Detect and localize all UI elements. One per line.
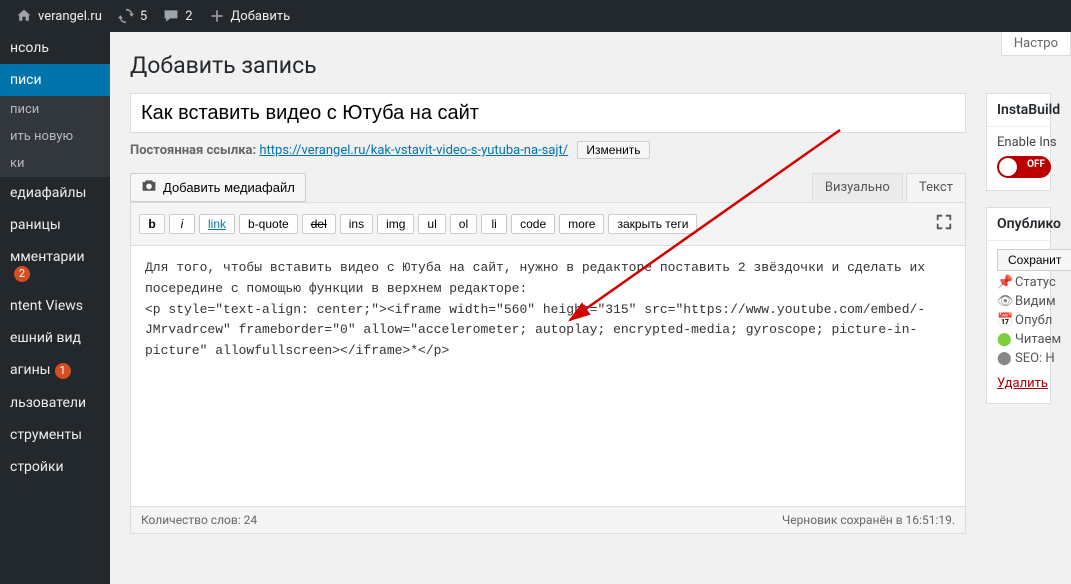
sidebar-sub-item[interactable]: ки [0, 150, 110, 177]
sidebar-sub-item[interactable]: ить новую [0, 123, 110, 150]
sidebar-item[interactable]: мментарии2 [0, 241, 110, 290]
qt-b-quote[interactable]: b-quote [239, 214, 298, 234]
tab-visual[interactable]: Визуально [812, 173, 903, 201]
publish-visibility: Видим [1015, 294, 1056, 309]
instabuilder-box: InstaBuild Enable Ins OFF [986, 93, 1051, 191]
admin-topbar: verangel.ru 5 2 Добавить [0, 0, 1071, 32]
autosave-status: Черновик сохранён в 16:51:19. [782, 513, 955, 527]
instabuilder-enable-label: Enable Ins [997, 135, 1040, 150]
sidebar-sub-item[interactable]: писи [0, 96, 110, 123]
sidebar-item[interactable]: ешний вид [0, 322, 110, 354]
editor-mode-tabs: Визуально Текст [812, 173, 966, 201]
page-title: Добавить запись [130, 52, 1051, 79]
site-name: verangel.ru [38, 9, 102, 24]
publish-schedule: Опубл [1015, 313, 1052, 328]
sidebar-item[interactable]: раницы [0, 209, 110, 241]
topbar-site[interactable]: verangel.ru [8, 0, 110, 32]
quicktags-toolbar: bilinkb-quotedelinsimgulollicodemoreзакр… [130, 202, 966, 246]
publish-readability: Читаем [1015, 332, 1061, 347]
comment-icon [163, 8, 179, 24]
publish-status: Статус [1015, 275, 1056, 290]
permalink-edit-button[interactable]: Изменить [577, 141, 649, 159]
publish-title: Опублико [987, 208, 1050, 241]
content-editor-wrap [130, 246, 966, 507]
editor-status-bar: Количество слов: 24 Черновик сохранён в … [130, 507, 966, 534]
add-media-label: Добавить медиафайл [163, 180, 295, 195]
sidebar-item[interactable]: струменты [0, 419, 110, 451]
plus-icon [209, 8, 225, 24]
fullscreen-icon[interactable] [931, 209, 957, 239]
update-icon [118, 8, 134, 24]
sidebar-item[interactable]: писи [0, 64, 110, 96]
yoast-seo-icon: ⬤ [997, 351, 1011, 366]
update-badge: 1 [55, 363, 71, 379]
qt-ins[interactable]: ins [340, 214, 373, 234]
sidebar-item[interactable]: стройки [0, 451, 110, 483]
instabuilder-title: InstaBuild [987, 94, 1050, 127]
publish-box: Опублико Сохранит 📌Статус 👁Видим 📅Опубл … [986, 207, 1051, 404]
qt-ol[interactable]: ol [450, 214, 477, 234]
screen-options-tab[interactable]: Настро [1001, 32, 1071, 56]
qt-code[interactable]: code [511, 214, 555, 234]
sidebar-item[interactable]: агины1 [0, 354, 110, 387]
delete-link[interactable]: Удалить [997, 376, 1048, 391]
qt-закрыть-теги[interactable]: закрыть теги [608, 214, 697, 234]
sidebar-item[interactable]: нсоль [0, 32, 110, 64]
permalink-label: Постоянная ссылка: [130, 143, 256, 158]
add-label: Добавить [231, 9, 291, 24]
qt-i[interactable]: i [169, 214, 195, 234]
eye-icon: 👁 [997, 294, 1011, 309]
publish-seo: SEO: Н [1015, 351, 1055, 366]
updates-count: 5 [140, 9, 147, 24]
pin-icon: 📌 [997, 275, 1011, 290]
qt-link[interactable]: link [199, 214, 235, 234]
camera-icon [141, 178, 157, 197]
word-count: Количество слов: 24 [141, 513, 257, 527]
sidebar-item[interactable]: едиафайлы [0, 177, 110, 209]
yoast-readability-icon: ⬤ [997, 332, 1011, 347]
topbar-comments[interactable]: 2 [155, 0, 200, 32]
home-icon [16, 8, 32, 24]
main-content: Настро Добавить запись Постоянная ссылка… [110, 32, 1071, 584]
sidebar-item[interactable]: льзователи [0, 387, 110, 419]
qt-ul[interactable]: ul [418, 214, 445, 234]
sidebar-item[interactable]: ntent Views [0, 290, 110, 322]
post-title-input[interactable] [130, 93, 966, 133]
content-textarea[interactable] [131, 246, 965, 502]
admin-sidebar: нсольписиписиить новуюкиедиафайлыраницым… [0, 32, 110, 584]
topbar-updates[interactable]: 5 [110, 0, 155, 32]
topbar-add[interactable]: Добавить [201, 0, 299, 32]
add-media-button[interactable]: Добавить медиафайл [130, 173, 306, 202]
permalink-url[interactable]: https://verangel.ru/kak-vstavit-video-s-… [259, 143, 568, 158]
qt-b[interactable]: b [139, 214, 165, 234]
tab-text[interactable]: Текст [906, 173, 966, 202]
qt-more[interactable]: more [559, 214, 604, 234]
qt-del[interactable]: del [302, 214, 336, 234]
permalink-row: Постоянная ссылка: https://verangel.ru/k… [130, 141, 966, 159]
update-badge: 2 [14, 266, 30, 282]
qt-img[interactable]: img [377, 214, 414, 234]
calendar-icon: 📅 [997, 313, 1011, 328]
qt-li[interactable]: li [481, 214, 507, 234]
instabuilder-toggle[interactable]: OFF [997, 156, 1051, 178]
toggle-off-label: OFF [1027, 159, 1045, 170]
save-draft-button[interactable]: Сохранит [997, 249, 1071, 271]
comments-count: 2 [185, 9, 192, 24]
